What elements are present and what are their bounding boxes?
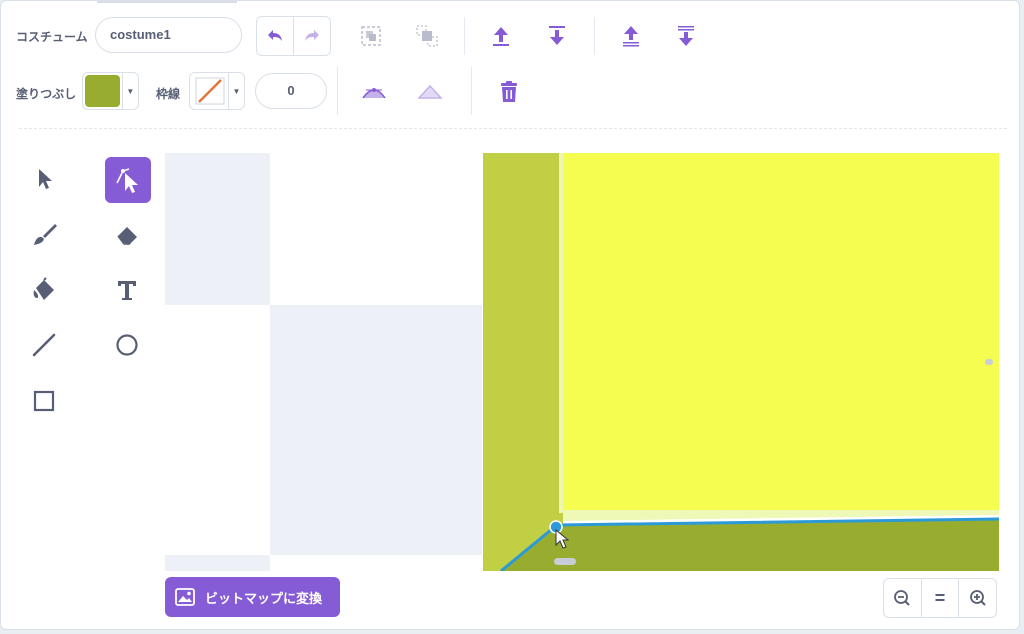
outline-color-button[interactable]: ▼ (189, 72, 245, 110)
ungroup-icon (416, 25, 438, 47)
chevron-down-icon: ▼ (227, 73, 244, 109)
redo-icon (305, 30, 319, 41)
convert-label: ビットマップに変換 (205, 590, 323, 606)
outline-width-input[interactable]: 0 (255, 73, 327, 109)
rectangle-icon (33, 390, 55, 412)
curved-point-button[interactable] (354, 72, 394, 112)
text-tool[interactable] (107, 270, 147, 310)
select-tool[interactable] (24, 159, 64, 199)
lime-bar-shape (483, 153, 563, 571)
divider (471, 67, 472, 115)
trash-icon (501, 81, 517, 102)
zoom-in-button[interactable] (958, 579, 996, 617)
zoom-out-button[interactable] (884, 579, 921, 617)
line-tool[interactable] (24, 325, 64, 365)
group-button[interactable] (351, 16, 391, 56)
reshape-icon (116, 168, 138, 193)
undo-redo-group (256, 16, 331, 56)
bucket-icon (33, 277, 54, 300)
divider (337, 67, 338, 115)
vector-shapes (483, 153, 999, 571)
tab-accent (97, 1, 237, 3)
pointed-point-button[interactable] (410, 72, 450, 112)
divider (594, 17, 595, 55)
drawing-canvas[interactable] (165, 153, 999, 571)
fill-label: 塗りつぶし (16, 87, 77, 101)
scroll-handle-horizontal (554, 558, 576, 565)
slash-none-icon (192, 75, 226, 107)
group-icon (361, 26, 381, 46)
forward-icon (493, 27, 509, 46)
undo-icon (268, 30, 282, 41)
backward-button[interactable] (537, 16, 577, 56)
backward-icon (549, 26, 565, 45)
chevron-down-icon: ▼ (121, 73, 138, 109)
forward-button[interactable] (481, 16, 521, 56)
selection-edge (559, 153, 563, 513)
arrow-icon (39, 169, 52, 189)
text-icon (118, 281, 136, 300)
zoom-out-icon (894, 590, 911, 606)
delete-button[interactable] (489, 72, 529, 112)
costume-name-input[interactable]: costume1 (95, 17, 242, 53)
olive-shape (501, 519, 999, 571)
circle-tool[interactable] (107, 325, 147, 365)
back-icon (678, 26, 694, 46)
fill-swatch (85, 75, 120, 107)
redo-button[interactable] (293, 17, 330, 55)
curved-point-icon (362, 88, 386, 99)
front-icon (623, 26, 639, 47)
toolbar-separator (19, 128, 1007, 129)
pointed-point-icon (417, 84, 443, 99)
ungroup-button[interactable] (407, 16, 447, 56)
back-button[interactable] (666, 16, 706, 56)
undo-button[interactable] (257, 17, 293, 55)
fill-color-button[interactable]: ▼ (82, 72, 139, 110)
line-icon (32, 333, 56, 357)
paint-editor: コスチューム costume1 塗りつぶし ▼ 枠線 ▼ 0 ビットマップに変換… (0, 0, 1020, 630)
brush-tool[interactable] (24, 215, 64, 255)
fill-tool[interactable] (24, 270, 64, 310)
eraser-tool[interactable] (107, 215, 147, 255)
zoom-in-icon (969, 590, 986, 606)
divider (464, 17, 465, 55)
zoom-controls: = (883, 578, 997, 618)
reshape-tool[interactable] (105, 157, 151, 203)
outline-label: 枠線 (156, 87, 181, 101)
costume-label: コスチューム (16, 30, 88, 44)
front-button[interactable] (611, 16, 651, 56)
convert-to-bitmap-button[interactable]: ビットマップに変換 (165, 577, 340, 617)
image-icon (175, 588, 195, 606)
zoom-reset-button[interactable]: = (920, 579, 959, 617)
circle-icon (116, 334, 138, 356)
rectangle-tool[interactable] (24, 381, 64, 421)
yellow-rect-shape (563, 153, 999, 510)
eraser-icon (117, 227, 137, 245)
scroll-handle-vertical (985, 359, 993, 365)
brush-icon (34, 224, 57, 245)
